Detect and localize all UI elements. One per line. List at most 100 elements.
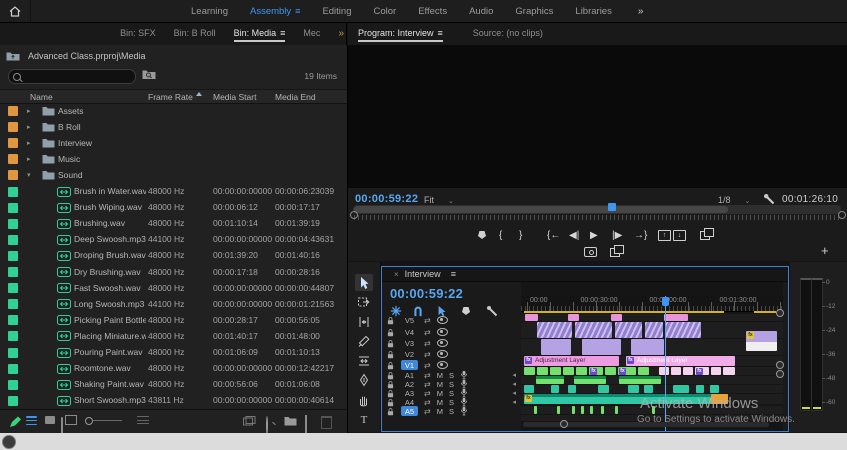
timeline-clip-v4[interactable] <box>575 322 612 338</box>
timeline-clip-a4[interactable] <box>581 406 584 414</box>
bin-row[interactable]: ▸ Assets <box>0 103 347 119</box>
column-media-start[interactable]: Media Start <box>213 92 256 102</box>
video-track-header-v4[interactable]: V4 ⇄ <box>386 327 518 337</box>
audio-scroll-handle-bottom[interactable] <box>776 370 784 378</box>
timeline-playhead-head[interactable] <box>662 297 669 306</box>
clip-row[interactable]: Droping Brush.wav 48000 Hz 00:01:39:20 00:0… <box>0 248 347 264</box>
timeline-clip-v4[interactable] <box>645 322 663 338</box>
program-playhead[interactable] <box>608 203 617 211</box>
column-name[interactable]: Name <box>30 92 53 102</box>
label-color-chip[interactable] <box>8 331 18 342</box>
clip-row[interactable]: Pouring Paint.wav 48000 Hz 00:01:06:09 00:0… <box>0 345 347 361</box>
clip-row[interactable]: Brush in Water.wav 48000 Hz 00:00:00:00000… <box>0 184 347 200</box>
label-color-chip[interactable] <box>8 347 18 358</box>
comparison-button[interactable] <box>610 244 624 259</box>
label-color-chip[interactable] <box>8 267 18 277</box>
pen-tool[interactable] <box>355 372 373 389</box>
label-color-chip[interactable] <box>8 234 18 245</box>
timeline-clip-v2[interactable]: fx Adjustment Layer <box>524 356 619 366</box>
settings-wrench-icon[interactable] <box>763 193 775 205</box>
extract-button[interactable]: ↓ <box>673 228 686 242</box>
sync-lock-icon[interactable]: ⇄ <box>424 407 431 416</box>
twirl-right-icon[interactable]: ▸ <box>27 155 31 163</box>
timeline-clip-a1[interactable] <box>574 376 606 384</box>
slip-tool[interactable] <box>355 352 373 369</box>
label-color-chip[interactable] <box>8 283 18 294</box>
clip-row[interactable]: Deep Swoosh.mp3 44100 Hz 00:00:00:00000 00:… <box>0 232 347 248</box>
search-input[interactable] <box>8 69 136 84</box>
workspace-tab-libraries[interactable]: Libraries <box>575 6 611 17</box>
mark-in-button[interactable]: { <box>499 228 502 242</box>
bin-tab-bin-media[interactable]: Bin: Media ≡ <box>233 28 285 42</box>
timeline-clip-v2[interactable]: fx Adjustment Layer <box>626 356 735 366</box>
timeline-clip-v1[interactable] <box>524 367 535 375</box>
timeline-clip-a2[interactable] <box>710 385 719 393</box>
program-timecode[interactable]: 00:00:59:22 <box>355 193 418 205</box>
new-bin-button[interactable] <box>284 416 297 426</box>
razor-tool[interactable] <box>355 333 373 350</box>
clip-row[interactable]: Brush Wiping.wav 48000 Hz 00:00:06:12 00:00… <box>0 200 347 216</box>
video-track-header-v3[interactable]: V3 ⇄ <box>386 338 518 348</box>
keyframe-nav-icon[interactable]: ◂ <box>512 398 516 406</box>
timeline-clip-v3[interactable] <box>631 339 664 355</box>
layers-button[interactable] <box>700 227 714 242</box>
label-color-chip[interactable] <box>8 299 18 310</box>
step-back-button[interactable]: ◀| <box>569 228 579 242</box>
workspace-tab-graphics[interactable]: Graphics <box>515 6 553 17</box>
keyframe-nav-icon[interactable]: ◂ <box>512 371 516 379</box>
track-output-eye-icon[interactable] <box>436 316 448 324</box>
label-color-chip[interactable] <box>8 363 18 374</box>
workspace-overflow-chevron[interactable]: » <box>638 6 644 17</box>
program-scrubber[interactable] <box>353 205 841 214</box>
timeline-clip-a4[interactable] <box>572 406 575 414</box>
play-button[interactable]: ▶ <box>590 228 598 242</box>
step-forward-button[interactable]: |▶ <box>612 228 622 242</box>
timeline-clip-a4[interactable] <box>590 406 593 414</box>
timeline-clip-v1[interactable] <box>638 367 649 375</box>
timeline-clip-a4[interactable] <box>557 406 560 414</box>
bin-row[interactable]: ▸ Interview <box>0 135 347 151</box>
timeline-clip-v5[interactable] <box>664 314 688 321</box>
new-item-button[interactable] <box>305 415 307 434</box>
workspace-tab-assembly[interactable]: Assembly ≡ <box>250 6 300 17</box>
timeline-ruler[interactable]: 00:0000:00:30:0000:01:00:0000:01:30:00 <box>521 296 783 312</box>
audio-scroll-handle-top[interactable] <box>776 361 784 369</box>
track-name[interactable]: V5 <box>401 315 418 325</box>
timeline-clip-v1[interactable]: fx <box>618 367 636 375</box>
timeline-clip-v3[interactable] <box>541 339 571 355</box>
label-color-chip[interactable] <box>8 218 18 229</box>
twirl-right-icon[interactable]: ▸ <box>27 123 31 131</box>
workspace-tab-color[interactable]: Color <box>374 6 397 17</box>
icon-view-button[interactable] <box>45 416 55 424</box>
timeline-clip-v3f[interactable]: fx <box>746 331 777 351</box>
sync-lock-icon[interactable]: ⇄ <box>424 339 431 348</box>
timeline-clip-v1[interactable] <box>576 367 587 375</box>
timeline-clip-a2[interactable] <box>551 385 559 393</box>
work-area-bar[interactable] <box>524 311 724 313</box>
sync-lock-icon[interactable]: ⇄ <box>424 361 431 370</box>
label-color-chip[interactable] <box>8 170 18 181</box>
zoom-slider-track[interactable] <box>92 420 122 421</box>
work-area-bar[interactable] <box>754 311 776 313</box>
label-color-chip[interactable] <box>8 106 18 116</box>
track-output-eye-icon[interactable] <box>436 339 448 347</box>
timeline-clip-a2[interactable] <box>673 385 689 393</box>
bin-row[interactable]: ▾ Sound <box>0 167 347 183</box>
type-tool[interactable]: T <box>355 411 373 428</box>
video-track-header-v2[interactable]: V2 ⇄ <box>386 349 518 359</box>
status-circle-icon[interactable] <box>2 435 16 449</box>
scrubber-right-handle[interactable] <box>838 211 846 219</box>
workspace-tab-editing[interactable]: Editing <box>322 6 351 17</box>
track-output-eye-icon[interactable] <box>436 328 448 336</box>
mute-button[interactable]: M <box>437 407 443 416</box>
hscroll-handle[interactable] <box>560 420 568 428</box>
zoom-level-dropdown[interactable]: Fit ⌄ <box>424 195 454 205</box>
timeline-clip-v3[interactable] <box>582 339 621 355</box>
mark-out-button[interactable]: } <box>519 228 522 242</box>
column-media-end[interactable]: Media End <box>275 92 316 102</box>
sort-icons-button[interactable] <box>137 416 149 424</box>
clip-row[interactable]: Placing Miniature.wav48000 Hz 00:01:40:17… <box>0 328 347 344</box>
timeline-clip-v4[interactable] <box>666 322 701 338</box>
track-output-eye-icon[interactable] <box>436 361 448 369</box>
video-track-header-v1[interactable]: V1 ⇄ <box>386 360 518 370</box>
